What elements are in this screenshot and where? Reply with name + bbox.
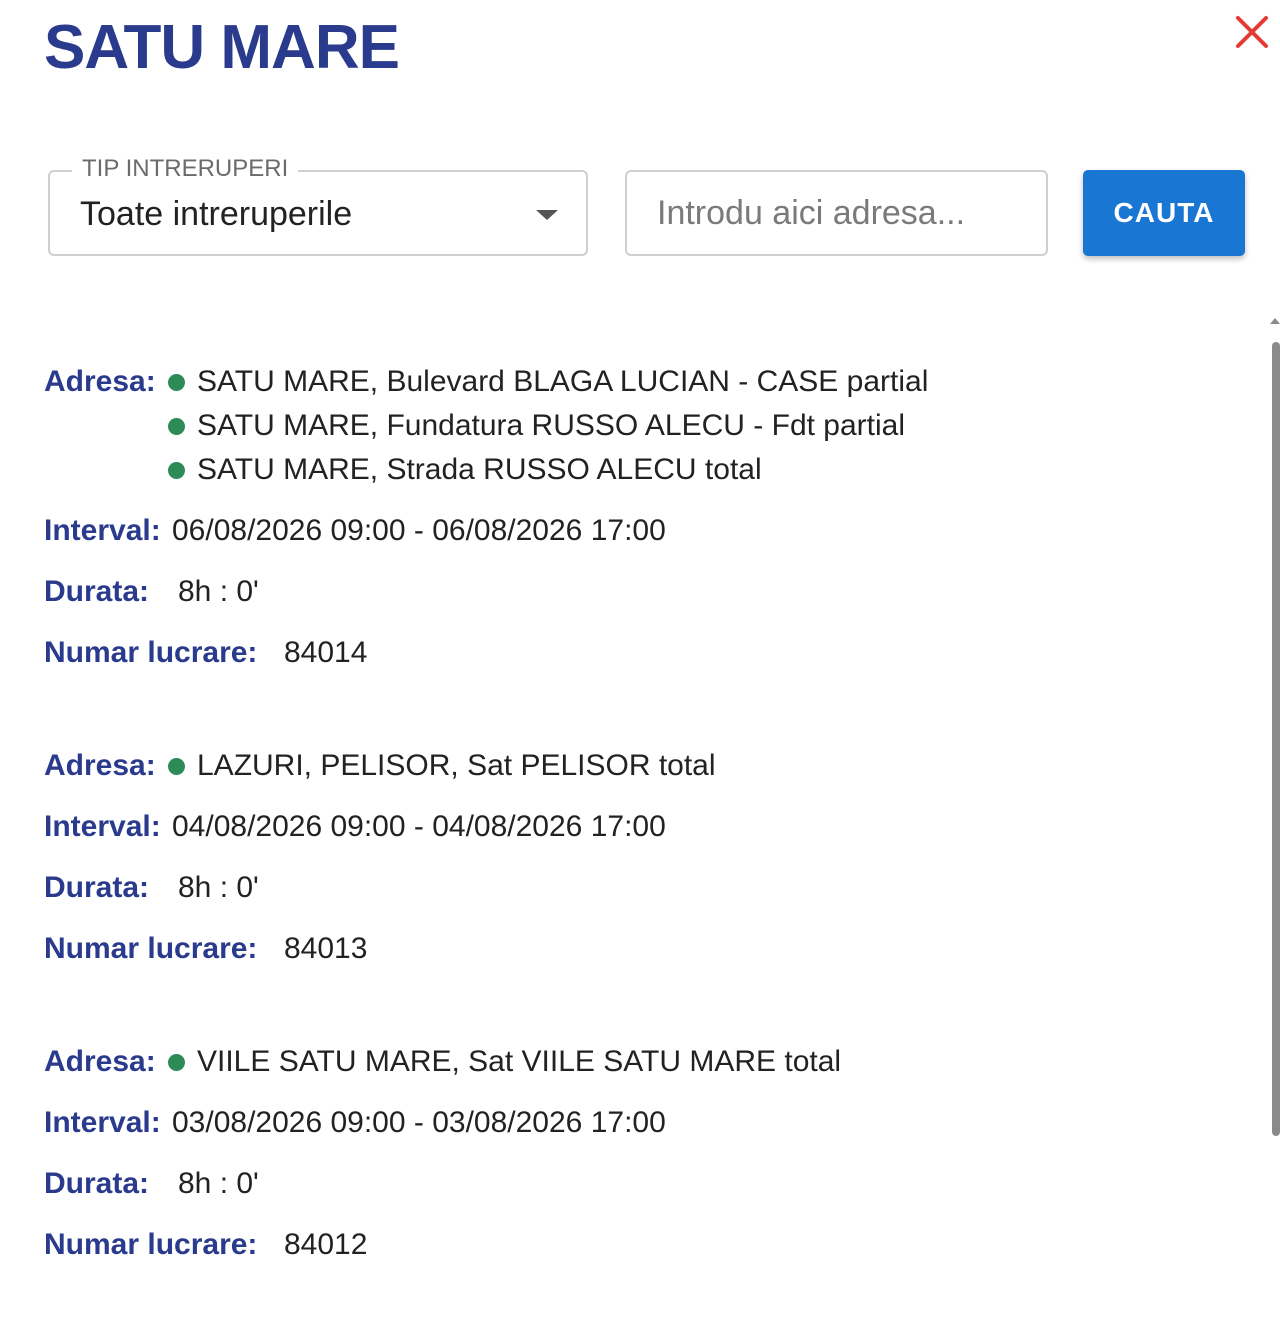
work-number-row: Numar lucrare: 84012 [44, 1223, 1254, 1267]
duration-value: 8h : 0' [178, 575, 259, 608]
chevron-down-icon [536, 210, 558, 220]
address-item: SATU MARE, Fundatura RUSSO ALECU - Fdt p… [168, 404, 928, 448]
address-list: VIILE SATU MARE, Sat VIILE SATU MARE tot… [168, 1040, 841, 1084]
address-label: Adresa: [44, 365, 156, 398]
status-dot-icon [168, 1053, 185, 1071]
duration-row: Durata: 8h : 0' [44, 866, 1254, 910]
outage-entry: Adresa: VIILE SATU MARE, Sat VIILE SATU … [44, 1040, 1254, 1267]
work-number-label: Numar lucrare: [44, 932, 258, 965]
address-search-input[interactable] [625, 170, 1048, 256]
duration-label: Durata: [44, 871, 150, 904]
duration-row: Durata: 8h : 0' [44, 1162, 1254, 1206]
search-button[interactable]: CAUTA [1083, 170, 1245, 256]
outage-results-list: Adresa: SATU MARE, Bulevard BLAGA LUCIAN… [44, 360, 1254, 1336]
address-item: SATU MARE, Bulevard BLAGA LUCIAN - CASE … [168, 360, 928, 404]
address-row: Adresa: LAZURI, PELISOR, Sat PELISOR tot… [44, 744, 1254, 788]
outage-entry: Adresa: LAZURI, PELISOR, Sat PELISOR tot… [44, 744, 1254, 971]
status-dot-icon [168, 757, 185, 775]
interval-label: Interval: [44, 1106, 161, 1139]
address-text: VIILE SATU MARE, Sat VIILE SATU MARE tot… [197, 1045, 842, 1078]
status-dot-icon [168, 461, 185, 479]
close-button[interactable] [1232, 12, 1272, 52]
work-number-label: Numar lucrare: [44, 636, 258, 669]
address-item: LAZURI, PELISOR, Sat PELISOR total [168, 744, 716, 788]
address-text: SATU MARE, Bulevard BLAGA LUCIAN - CASE … [197, 365, 929, 398]
duration-value: 8h : 0' [178, 1167, 259, 1200]
interval-label: Interval: [44, 810, 161, 843]
duration-label: Durata: [44, 1167, 150, 1200]
work-number-row: Numar lucrare: 84013 [44, 927, 1254, 971]
address-text: SATU MARE, Fundatura RUSSO ALECU - Fdt p… [197, 409, 906, 442]
address-row: Adresa: SATU MARE, Bulevard BLAGA LUCIAN… [44, 360, 1254, 492]
interval-row: Interval: 03/08/2026 09:00 - 03/08/2026 … [44, 1101, 1254, 1145]
work-number-label: Numar lucrare: [44, 1228, 258, 1261]
interval-value: 04/08/2026 09:00 - 04/08/2026 17:00 [172, 810, 666, 843]
work-number-value: 84014 [284, 636, 368, 669]
status-dot-icon [168, 373, 185, 391]
duration-row: Durata: 8h : 0' [44, 570, 1254, 614]
address-row: Adresa: VIILE SATU MARE, Sat VIILE SATU … [44, 1040, 1254, 1084]
close-x-icon [1236, 16, 1268, 48]
address-list: SATU MARE, Bulevard BLAGA LUCIAN - CASE … [168, 360, 928, 492]
work-number-row: Numar lucrare: 84014 [44, 631, 1254, 675]
interval-value: 06/08/2026 09:00 - 06/08/2026 17:00 [172, 514, 666, 547]
scrollbar[interactable] [1268, 318, 1280, 1290]
interval-row: Interval: 06/08/2026 09:00 - 06/08/2026 … [44, 509, 1254, 553]
address-text: SATU MARE, Strada RUSSO ALECU total [197, 453, 762, 486]
address-text: LAZURI, PELISOR, Sat PELISOR total [197, 749, 716, 782]
address-label: Adresa: [44, 1045, 156, 1078]
address-list: LAZURI, PELISOR, Sat PELISOR total [168, 744, 716, 788]
interruption-type-select[interactable]: TIP INTRERUPERI Toate intreruperile [48, 154, 588, 256]
work-number-value: 84013 [284, 932, 368, 965]
interruption-type-label: TIP INTRERUPERI [72, 154, 299, 184]
address-item: SATU MARE, Strada RUSSO ALECU total [168, 448, 928, 492]
status-dot-icon [168, 417, 185, 435]
outage-entry: Adresa: SATU MARE, Bulevard BLAGA LUCIAN… [44, 360, 1254, 675]
interval-label: Interval: [44, 514, 161, 547]
address-label: Adresa: [44, 749, 156, 782]
interval-value: 03/08/2026 09:00 - 03/08/2026 17:00 [172, 1106, 666, 1139]
interruption-type-value: Toate intreruperile [80, 195, 353, 233]
page-title: SATU MARE [44, 13, 400, 82]
interval-row: Interval: 04/08/2026 09:00 - 04/08/2026 … [44, 805, 1254, 849]
scrollbar-thumb[interactable] [1272, 342, 1280, 1136]
scroll-up-arrow-icon[interactable] [1270, 318, 1280, 324]
work-number-value: 84012 [284, 1228, 368, 1261]
duration-label: Durata: [44, 575, 150, 608]
address-item: VIILE SATU MARE, Sat VIILE SATU MARE tot… [168, 1040, 841, 1084]
duration-value: 8h : 0' [178, 871, 259, 904]
